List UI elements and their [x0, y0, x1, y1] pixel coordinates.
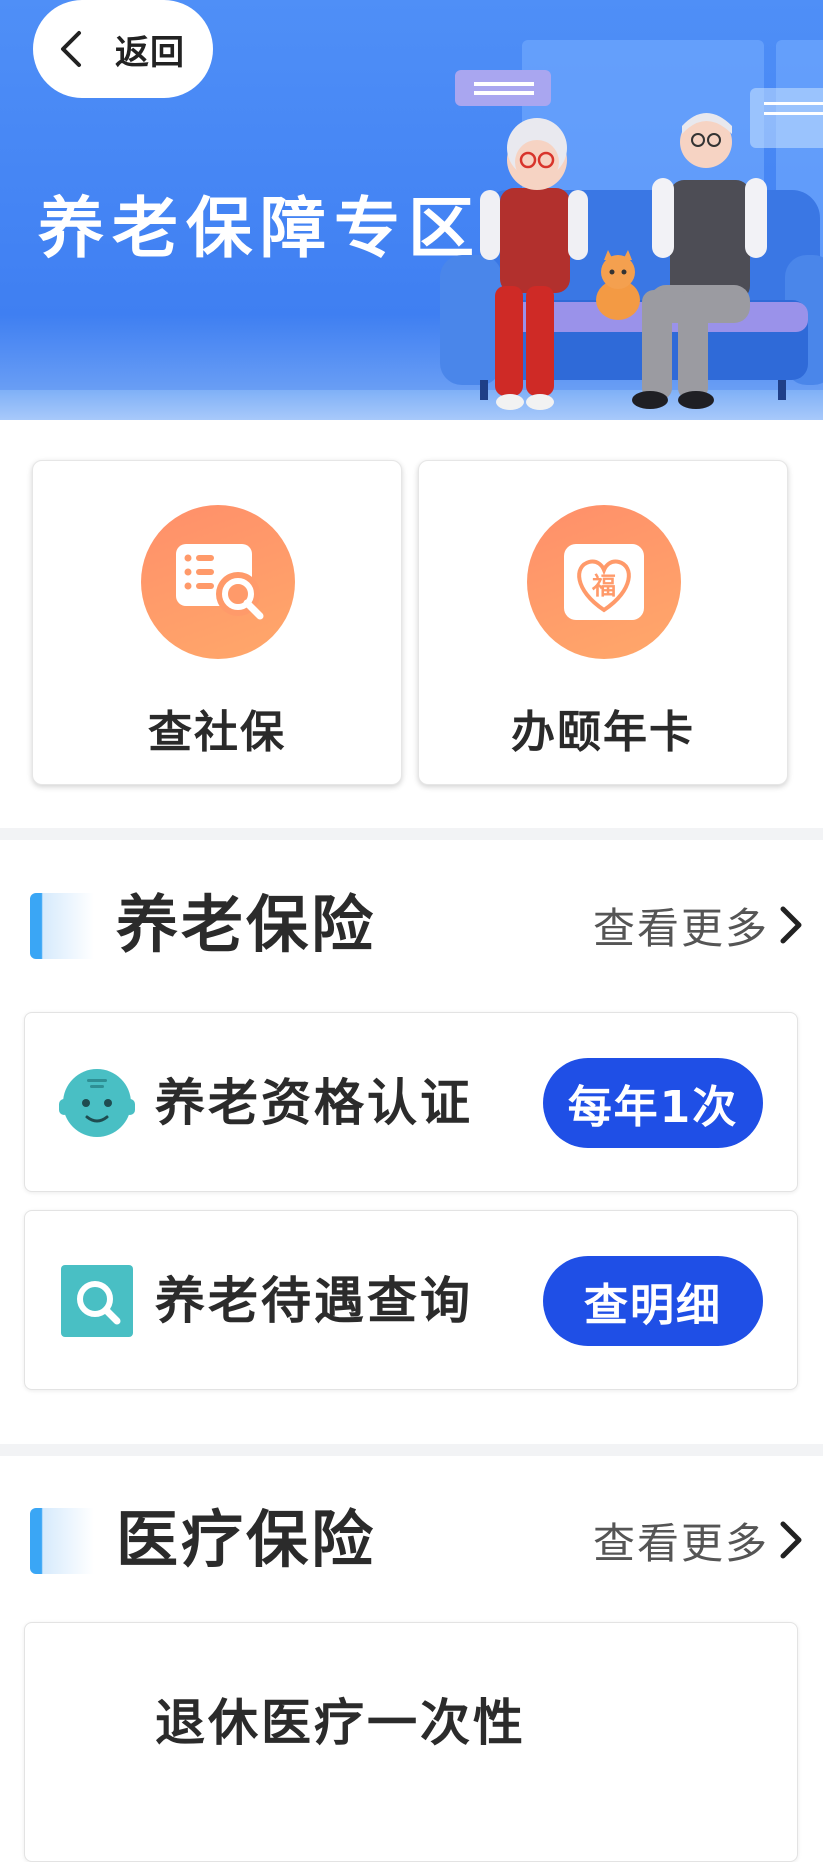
page-title: 养老保障专区 [38, 190, 482, 267]
section-title: 养老保险 [116, 888, 377, 961]
list-item-label: 退休医疗一次性 [155, 1694, 526, 1752]
banner: 返回 养老保障专区 [0, 0, 823, 420]
view-more-label: 查看更多 [592, 1518, 769, 1568]
fortune-heart-card-icon: 福 [527, 505, 681, 659]
search-icon [59, 1263, 135, 1339]
list-item-label: 养老资格认证 [155, 1074, 473, 1132]
list-item-pension-certification[interactable]: 养老资格认证 每年1次 [24, 1012, 798, 1192]
chevron-right-icon [777, 905, 803, 945]
action-button[interactable]: 每年1次 [543, 1058, 763, 1148]
section-title: 医疗保险 [116, 1503, 377, 1576]
section-header-pension: 养老保险 查看更多 [0, 885, 823, 965]
service-card-query-social-security[interactable]: 查社保 [32, 460, 402, 785]
elderly-couple-illustration [440, 70, 823, 410]
view-more-link[interactable]: 查看更多 [593, 1500, 803, 1580]
back-button[interactable]: 返回 [33, 0, 213, 98]
social-security-search-icon [141, 505, 295, 659]
list-item-pension-benefits-query[interactable]: 养老待遇查询 查明细 [24, 1210, 798, 1390]
action-button[interactable]: 查明细 [543, 1256, 763, 1346]
section-accent-bar [30, 893, 94, 959]
chevron-right-icon [777, 1520, 803, 1560]
section-header-medical: 医疗保险 查看更多 [0, 1500, 823, 1580]
list-item-label: 养老待遇查询 [155, 1272, 473, 1330]
back-label: 返回 [115, 32, 185, 73]
list-item-medical-retirement[interactable]: 退休医疗一次性 [24, 1622, 798, 1862]
section-divider [0, 828, 823, 840]
service-label: 办颐年卡 [511, 707, 695, 758]
view-more-link[interactable]: 查看更多 [593, 885, 803, 965]
view-more-label: 查看更多 [592, 903, 769, 953]
service-label: 查社保 [148, 707, 286, 758]
section-divider [0, 1444, 823, 1456]
fortune-char: 福 [591, 572, 616, 600]
chevron-left-icon [57, 29, 97, 69]
service-card-elderly-card[interactable]: 福 办颐年卡 [418, 460, 788, 785]
face-icon [59, 1065, 135, 1141]
section-accent-bar [30, 1508, 94, 1574]
